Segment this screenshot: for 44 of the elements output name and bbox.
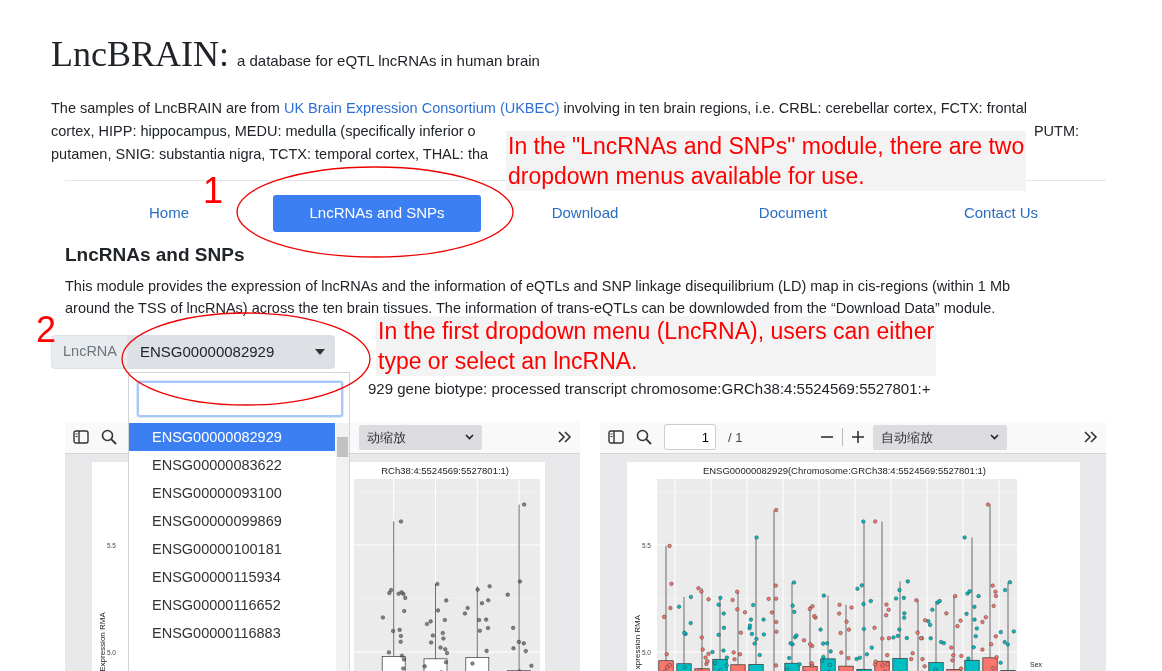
nav-link[interactable]: Download — [541, 194, 629, 232]
double-chevron-icon[interactable] — [558, 431, 572, 444]
sidebar-icon[interactable] — [608, 430, 624, 445]
page-count: / 1 — [728, 428, 743, 447]
page-number-field[interactable]: 1 — [664, 424, 716, 451]
zoom-in-icon[interactable] — [850, 430, 865, 445]
dropdown-option[interactable]: ENSG00000116883 — [129, 619, 335, 647]
dropdown-option[interactable]: ENSG00000082929 — [129, 423, 335, 451]
dropdown-option[interactable]: ENSG00000093100 — [129, 479, 335, 507]
zoom-select[interactable]: 自动缩放 — [872, 424, 1007, 450]
annotation-note: In the "LncRNAs and SNPs" module, there are two dropdown menus available for use. — [506, 131, 1027, 191]
dropdown-option[interactable]: ENSG00000083622 — [129, 451, 335, 479]
nav-link[interactable]: Contact Us — [953, 194, 1049, 232]
annotation-number: 1 — [203, 173, 224, 209]
scrollbar[interactable] — [336, 423, 349, 671]
nav-link[interactable]: Home — [139, 194, 199, 232]
section-description: This module provides the expression of lncRNAs and the information of eQTLs and SNP linkage disequilibrium (LD) map in cis-regions (within 1 Mb around the TSS of lncRNAs) across the ten brain tissues. The information of trans-eQTLs can be downlowded from the “Download Data” module. — [65, 277, 1012, 319]
axis-label: Expression RMA — [98, 612, 107, 671]
site-title: LncBRAIN: — [51, 36, 229, 72]
lncrna-select[interactable]: ENSG00000082929 — [128, 335, 335, 370]
plot-title: ENSG00000082929(Chromosome:GRCh38:4:5524569:5527801:1) — [702, 464, 986, 476]
section-heading: LncRNAs and SNPs — [65, 243, 246, 267]
gene-info-text: 929 gene biotype: processed transcript chromosome:GRCh38:4:5524569:5527801:+ — [368, 379, 931, 400]
dropdown-search-field[interactable] — [137, 381, 343, 417]
dropdown-option[interactable]: ENSG00000115934 — [129, 563, 335, 591]
chevron-icon — [465, 434, 474, 441]
axis-label: xpression RMA — [633, 614, 642, 669]
search-icon[interactable] — [101, 429, 117, 446]
plot-title: RCh38:4:5524569:5527801:1) — [381, 464, 509, 476]
caret-icon — [315, 349, 325, 356]
annotation-note: In the first dropdown menu (LncRNA), users can either type or select an lncRNA. — [376, 316, 937, 376]
double-chevron-icon[interactable] — [1084, 431, 1098, 444]
chevron-icon — [989, 434, 999, 441]
scrollbar-thumb[interactable] — [337, 437, 348, 457]
nav-tab-active[interactable]: LncRNAs and SNPs — [273, 194, 481, 232]
dropdown-option[interactable]: ENSG00000116652 — [129, 591, 335, 619]
consortium-link[interactable]: UK Brain Expression Consortium (UKBEC) — [283, 99, 560, 116]
dropdown-option[interactable]: ENSG00000099869 — [129, 507, 335, 535]
search-icon[interactable] — [636, 429, 652, 446]
nav-link[interactable]: Document — [748, 194, 838, 232]
zoom-select[interactable]: 动缩放 — [359, 424, 482, 450]
sidebar-icon[interactable] — [73, 430, 89, 445]
dropdown-option[interactable]: ENSG00000100181 — [129, 535, 335, 563]
site-subtitle: a database for eQTL lncRNAs in human brain — [237, 51, 540, 71]
